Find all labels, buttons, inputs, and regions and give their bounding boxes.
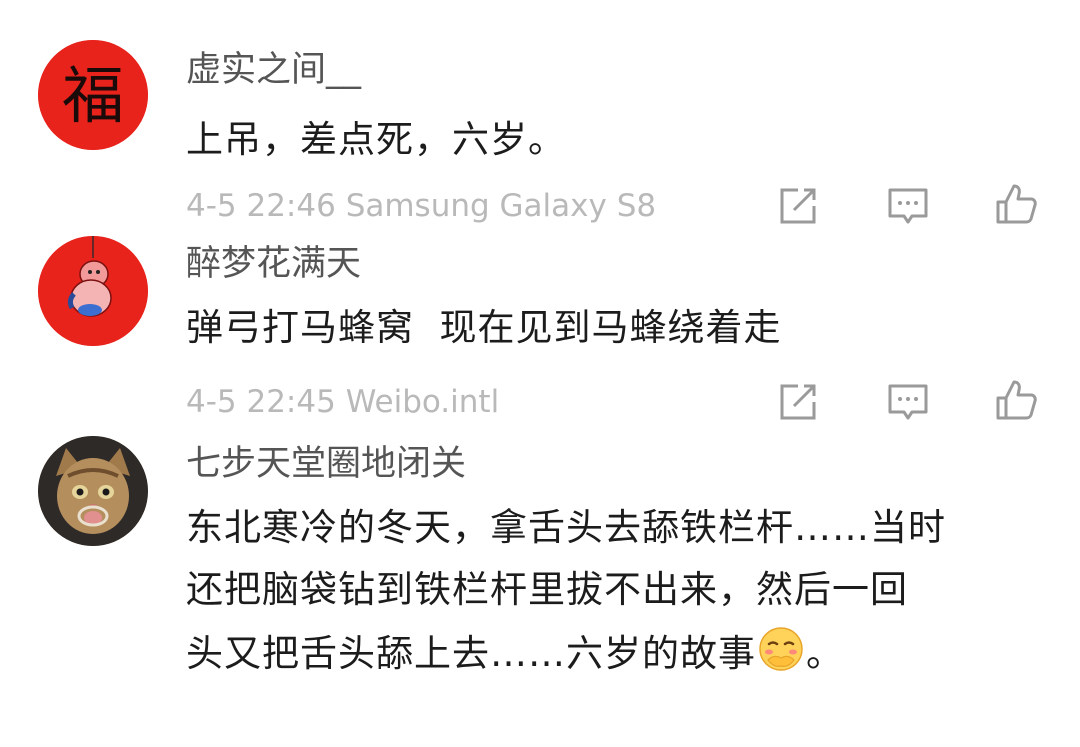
comment-item-3: 七步天堂圈地闭关 东北寒冷的冬天，拿舌头去舔铁栏杆……当时 还把脑袋钻到铁栏杆里… (0, 430, 1080, 747)
comment-text-line: 头又把舌头舔上去……六岁的故事 (186, 632, 756, 675)
embarrassed-face-emoji-icon (756, 624, 806, 674)
like-icon (996, 380, 1037, 420)
comment-button[interactable] (886, 184, 930, 228)
avatar[interactable] (38, 236, 148, 346)
comment-text-line-last: 头又把舌头舔上去……六岁的故事 。 (186, 624, 1046, 682)
comment-meta: 4-5 22:45 Weibo.intl (186, 382, 499, 422)
comment-icon (888, 384, 928, 420)
comment-meta: 4-5 22:46 Samsung Galaxy S8 (186, 186, 656, 226)
comment-item-2: 醉梦花满天 弹弓打马蜂窝 现在见到马蜂绕着走 4-5 22:45 Weibo.i… (0, 236, 1080, 430)
cat-photo-avatar-icon (38, 436, 148, 546)
comment-item-1: 福 虚实之间__ 上吊，差点死，六岁。 4-5 22:46 Samsung Ga… (0, 0, 1080, 240)
username[interactable]: 七步天堂圈地闭关 (186, 442, 466, 486)
repost-button[interactable] (776, 380, 820, 424)
like-button[interactable] (994, 182, 1038, 226)
avatar[interactable] (38, 436, 148, 546)
username[interactable]: 醉梦花满天 (186, 242, 361, 286)
cartoon-character-avatar-icon (38, 236, 148, 346)
comment-text: 东北寒冷的冬天，拿舌头去舔铁栏杆……当时 还把脑袋钻到铁栏杆里拔不出来，然后一回… (186, 500, 1046, 682)
comment-text-tail: 。 (806, 632, 844, 675)
fu-character-avatar-icon: 福 (38, 40, 148, 150)
username[interactable]: 虚实之间__ (186, 48, 361, 92)
comment-device: Weibo.intl (345, 384, 500, 420)
like-button[interactable] (994, 378, 1038, 422)
comment-device: Samsung Galaxy S8 (345, 188, 657, 224)
comment-icon (888, 188, 928, 224)
repost-button[interactable] (776, 184, 820, 228)
comment-button[interactable] (886, 380, 930, 424)
like-icon (996, 184, 1037, 224)
comment-time: 4-5 22:45 (186, 384, 336, 420)
avatar[interactable]: 福 (38, 40, 148, 150)
comment-text: 弹弓打马蜂窝 现在见到马蜂绕着走 (186, 306, 782, 349)
svg-text:福: 福 (62, 59, 124, 132)
comment-text-line: 东北寒冷的冬天，拿舌头去舔铁栏杆……当时 (186, 506, 946, 549)
comment-text-line: 还把脑袋钻到铁栏杆里拔不出来，然后一回 (186, 568, 908, 611)
comment-text: 上吊，差点死，六岁。 (186, 118, 566, 161)
repost-icon (780, 384, 816, 420)
repost-icon (780, 188, 816, 224)
comment-time: 4-5 22:46 (186, 188, 336, 224)
